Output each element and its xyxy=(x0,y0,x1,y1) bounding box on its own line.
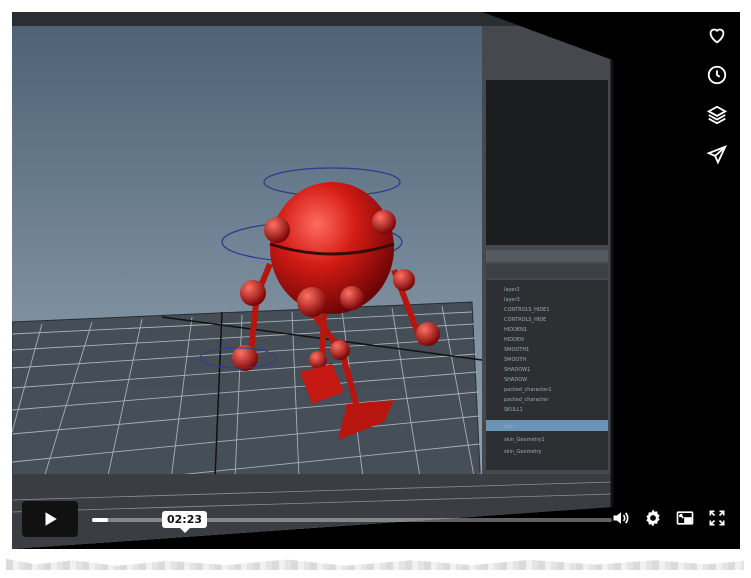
svg-text:skin_Geometry: skin_Geometry xyxy=(504,449,542,455)
volume-icon xyxy=(613,512,629,524)
watch-later-icon xyxy=(707,65,727,85)
fullscreen-icon xyxy=(709,510,725,526)
svg-text:HIDDEN1: HIDDEN1 xyxy=(504,327,527,333)
control-bar: 02:23 xyxy=(12,493,740,549)
svg-text:layer2: layer2 xyxy=(504,287,520,293)
maya-screen: layer2 layer3 CONTROLS_HIDE1 CONTROLS_HI… xyxy=(12,12,612,549)
svg-text:skin: skin xyxy=(504,424,514,430)
pip-button[interactable] xyxy=(674,507,696,529)
svg-text:SHADOW1: SHADOW1 xyxy=(504,367,530,373)
control-icons xyxy=(610,507,728,529)
video-frame[interactable]: layer2 layer3 CONTROLS_HIDE1 CONTROLS_HI… xyxy=(12,12,740,549)
svg-text:SMOOTH: SMOOTH xyxy=(504,357,526,363)
svg-text:SMOOTH1: SMOOTH1 xyxy=(504,347,529,353)
volume-button[interactable] xyxy=(610,507,632,529)
svg-text:CONTROLS_HIDE: CONTROLS_HIDE xyxy=(504,317,546,323)
share-icon xyxy=(706,145,728,165)
svg-text:SKULL1: SKULL1 xyxy=(504,407,523,413)
gear-icon xyxy=(646,509,660,527)
svg-text:packed_character1: packed_character1 xyxy=(504,387,552,393)
play-button[interactable] xyxy=(22,501,78,537)
current-time-tooltip: 02:23 xyxy=(162,511,208,533)
like-button[interactable] xyxy=(704,22,730,48)
side-actions xyxy=(704,22,730,168)
settings-button[interactable] xyxy=(642,507,664,529)
svg-text:SHADOW: SHADOW xyxy=(504,377,527,383)
progress-bar[interactable]: 02:23 xyxy=(92,511,612,533)
collections-icon xyxy=(706,105,728,125)
play-icon xyxy=(45,512,57,526)
collections-button[interactable] xyxy=(704,102,730,128)
video-player[interactable]: layer2 layer3 CONTROLS_HIDE1 CONTROLS_HI… xyxy=(12,12,740,549)
picture-in-picture-icon xyxy=(676,511,694,525)
like-icon xyxy=(709,28,725,44)
svg-text:HIDDEN: HIDDEN xyxy=(504,337,524,343)
svg-text:CONTROLS_HIDE1: CONTROLS_HIDE1 xyxy=(504,307,550,313)
svg-text:layer3: layer3 xyxy=(504,297,520,303)
fullscreen-button[interactable] xyxy=(706,507,728,529)
share-button[interactable] xyxy=(704,142,730,168)
progress-fill xyxy=(92,518,108,522)
svg-text:skin_Geometry1: skin_Geometry1 xyxy=(504,437,545,443)
svg-text:packed_character: packed_character xyxy=(504,397,549,403)
watch-later-button[interactable] xyxy=(704,62,730,88)
